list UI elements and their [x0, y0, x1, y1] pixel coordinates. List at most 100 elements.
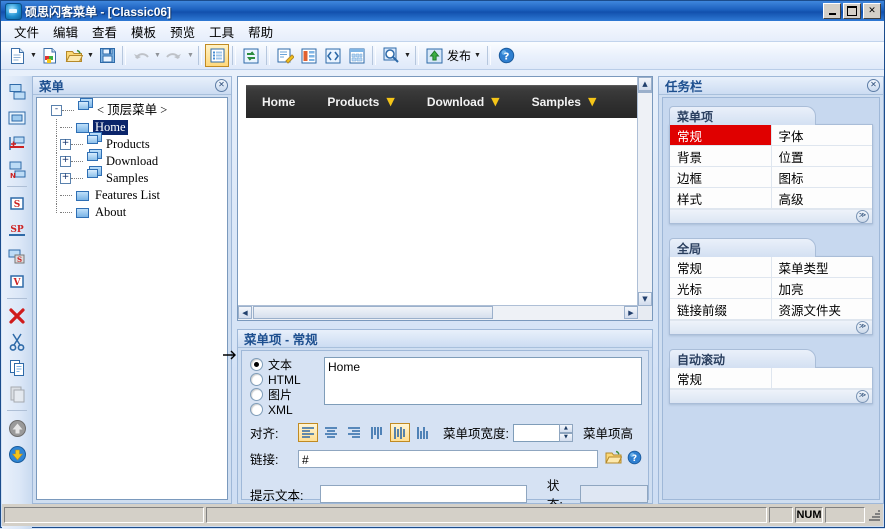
- preview-navbar[interactable]: Home Products ▼ Download ▼ Samples ▼: [246, 85, 638, 118]
- status-input[interactable]: [579, 485, 648, 503]
- add-menu-icon[interactable]: [4, 79, 30, 105]
- import-document-icon[interactable]: [38, 44, 62, 67]
- task-link-general[interactable]: 常规: [670, 125, 771, 145]
- task-link-border[interactable]: 边框: [670, 167, 771, 187]
- menu-list-icon[interactable]: [205, 44, 229, 67]
- tree-row-root[interactable]: - < 顶层菜单 >: [39, 98, 225, 119]
- delete-icon[interactable]: [4, 303, 30, 329]
- spin-up-icon[interactable]: ▲: [558, 423, 573, 433]
- item-text-input[interactable]: Home: [324, 357, 642, 405]
- task-link-autoscroll-general[interactable]: 常规: [670, 368, 771, 388]
- item-width-stepper[interactable]: ▲ ▼: [512, 423, 573, 442]
- task-link-highlight[interactable]: 加亮: [770, 278, 872, 298]
- source-code-icon[interactable]: [321, 44, 345, 67]
- sub-s-icon[interactable]: S: [4, 243, 30, 269]
- refresh-icon[interactable]: [239, 44, 263, 67]
- resize-grip[interactable]: [867, 508, 881, 522]
- preview-horizontal-scrollbar[interactable]: ◀ ▶: [238, 305, 638, 320]
- new-document-dropdown-icon[interactable]: ▼: [29, 44, 38, 67]
- tree-row-download[interactable]: + Download: [39, 148, 225, 170]
- collapse-icon[interactable]: ≫: [856, 390, 869, 403]
- task-link-global-general[interactable]: 常规: [670, 257, 771, 277]
- task-link-font[interactable]: 字体: [770, 125, 872, 145]
- task-link-position[interactable]: 位置: [770, 146, 872, 166]
- task-link-background[interactable]: 背景: [670, 146, 771, 166]
- valign-middle-icon[interactable]: [390, 423, 410, 442]
- scroll-left-button[interactable]: ◀: [238, 306, 252, 319]
- tree-row-home[interactable]: Home: [39, 119, 225, 136]
- menu-help[interactable]: 帮助: [241, 20, 280, 43]
- scroll-down-button[interactable]: ▼: [638, 292, 652, 306]
- collapse-icon[interactable]: ≫: [856, 210, 869, 223]
- menu-preview[interactable]: 预览: [163, 20, 202, 43]
- close-icon[interactable]: ✕: [867, 79, 880, 92]
- task-group-header[interactable]: 自动滚动: [669, 349, 816, 368]
- tree-expander[interactable]: +: [60, 156, 71, 167]
- task-link-advanced[interactable]: 高级: [770, 188, 872, 208]
- publish-icon[interactable]: [422, 44, 446, 67]
- radio-html[interactable]: HTML: [250, 372, 320, 387]
- new-document-icon[interactable]: [5, 44, 29, 67]
- minimize-button[interactable]: [823, 3, 841, 19]
- valign-top-icon[interactable]: [367, 423, 387, 442]
- copy-icon[interactable]: [4, 355, 30, 381]
- preview-nav-home[interactable]: Home: [246, 85, 311, 118]
- menu-edit[interactable]: 编辑: [46, 20, 85, 43]
- insert-item-icon[interactable]: [4, 131, 30, 157]
- tooltip-input[interactable]: [320, 485, 527, 503]
- tree-row-about[interactable]: About: [39, 204, 225, 221]
- preview-nav-download[interactable]: Download ▼: [411, 85, 516, 118]
- task-link-link-prefix[interactable]: 链接前缀: [670, 299, 771, 319]
- tree-row-samples[interactable]: + Samples: [39, 165, 225, 187]
- menu-template[interactable]: 模板: [124, 20, 163, 43]
- zoom-preview-icon[interactable]: [379, 44, 403, 67]
- link-help-icon[interactable]: ?: [627, 450, 642, 468]
- tree-row-features-list[interactable]: Features List: [39, 187, 225, 204]
- menu-tree[interactable]: - < 顶层菜单 > Home + Products + Download + …: [36, 97, 228, 500]
- menu-tools[interactable]: 工具: [202, 20, 241, 43]
- radio-xml[interactable]: XML: [250, 402, 320, 417]
- spin-down-icon[interactable]: ▼: [558, 432, 573, 442]
- menu-file[interactable]: 文件: [7, 20, 46, 43]
- item-width-input[interactable]: [512, 423, 559, 442]
- scroll-up-button[interactable]: ▲: [638, 77, 652, 91]
- align-center-icon[interactable]: [321, 423, 341, 442]
- save-icon[interactable]: [95, 44, 119, 67]
- preview-nav-samples[interactable]: Samples ▼: [516, 85, 613, 118]
- task-link-menu-type[interactable]: 菜单类型: [770, 257, 872, 277]
- move-down-icon[interactable]: [4, 441, 30, 467]
- publish-dropdown-icon[interactable]: ▼: [473, 44, 482, 67]
- publish-button[interactable]: 发布 ▼: [422, 44, 484, 67]
- scroll-right-button[interactable]: ▶: [624, 306, 638, 319]
- align-left-icon[interactable]: [298, 423, 318, 442]
- help-icon[interactable]: ?: [494, 44, 518, 67]
- task-link-icon[interactable]: 图标: [770, 167, 872, 187]
- cut-icon[interactable]: [4, 329, 30, 355]
- close-icon[interactable]: ✕: [215, 79, 228, 92]
- preview-nav-products[interactable]: Products ▼: [311, 85, 410, 118]
- valign-bottom-icon[interactable]: [413, 423, 433, 442]
- align-right-icon[interactable]: [344, 423, 364, 442]
- tree-expander[interactable]: +: [60, 173, 71, 184]
- open-folder-dropdown-icon[interactable]: ▼: [86, 44, 95, 67]
- preview-vertical-scrollbar[interactable]: ▲ ▼: [637, 77, 652, 306]
- link-input[interactable]: #: [298, 449, 598, 468]
- preview-window-icon[interactable]: [345, 44, 369, 67]
- radio-text[interactable]: 文本: [250, 357, 320, 372]
- collapse-icon[interactable]: ≫: [856, 321, 869, 334]
- separator-s-icon[interactable]: S: [4, 191, 30, 217]
- open-folder-icon[interactable]: [62, 44, 86, 67]
- browse-folder-icon[interactable]: [605, 450, 623, 468]
- close-button[interactable]: ✕: [863, 3, 881, 19]
- tree-expander[interactable]: +: [60, 139, 71, 150]
- item-width-spin-buttons[interactable]: ▲ ▼: [558, 423, 573, 442]
- tree-expander[interactable]: -: [51, 105, 62, 116]
- add-item-icon[interactable]: [4, 105, 30, 131]
- task-link-style[interactable]: 样式: [670, 188, 771, 208]
- menu-preview-pane[interactable]: Home Products ▼ Download ▼ Samples ▼ ▲ ▼…: [237, 76, 653, 321]
- task-link-resource-folder[interactable]: 资源文件夹: [770, 299, 872, 319]
- task-group-header[interactable]: 菜单项: [669, 106, 816, 125]
- menu-view[interactable]: 查看: [85, 20, 124, 43]
- task-link-cursor[interactable]: 光标: [670, 278, 771, 298]
- tree-layout-icon[interactable]: [297, 44, 321, 67]
